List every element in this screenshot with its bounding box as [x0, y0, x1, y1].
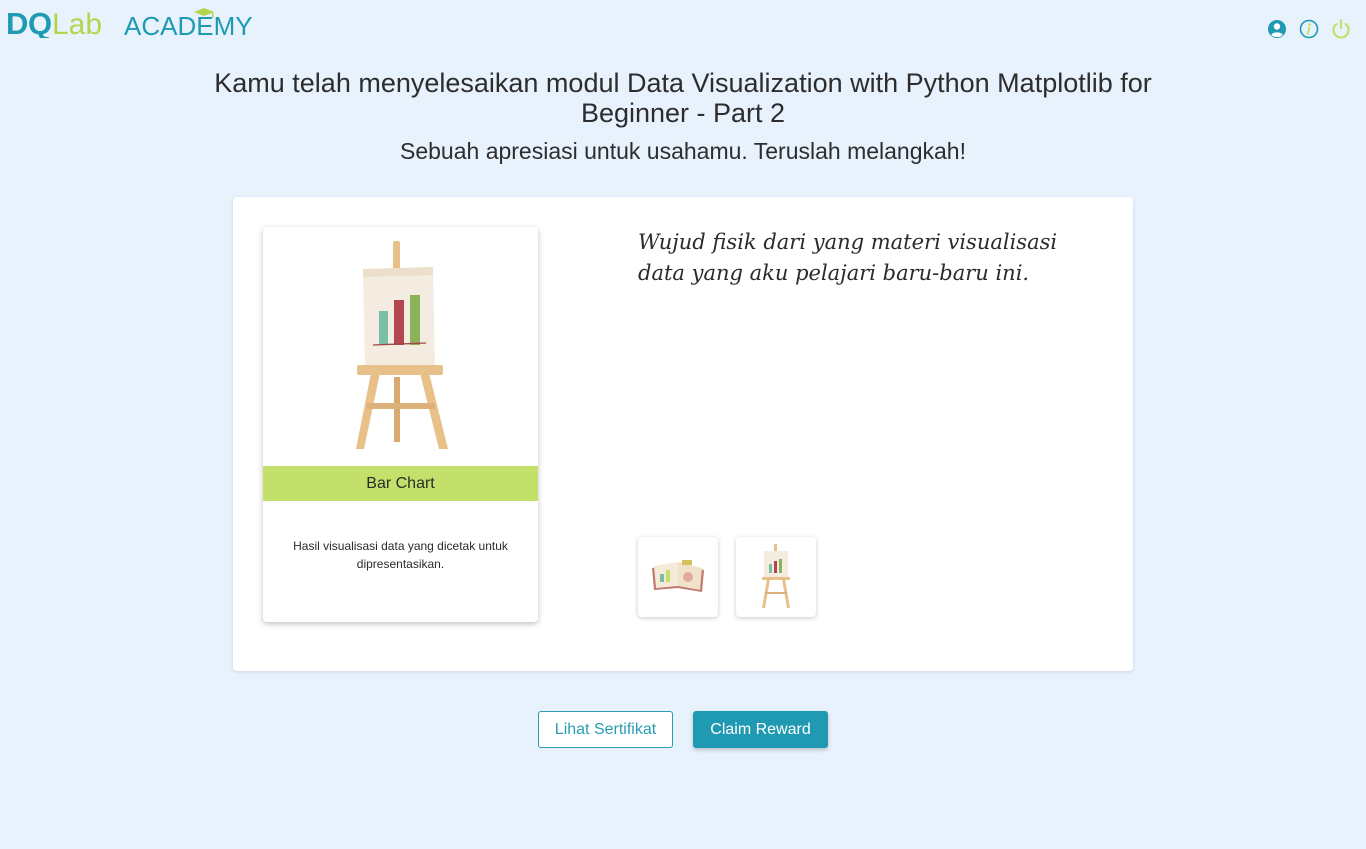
completion-subtitle: Sebuah apresiasi untuk usahamu. Teruslah…: [400, 138, 966, 164]
completion-title: Kamu telah menyelesaikan modul Data Visu…: [214, 68, 1152, 128]
reward-description: Hasil visualisasi data yang dicetak untu…: [293, 539, 508, 571]
dqlab-logo[interactable]: D Q Lab ACADEMY: [6, 6, 258, 38]
reward-card: Bar Chart Hasil visualisasi data yang di…: [263, 227, 538, 622]
header-actions: [1266, 18, 1352, 40]
logo-graphic: D Q Lab ACADEMY: [6, 6, 253, 38]
svg-text:D: D: [6, 6, 28, 38]
info-icon[interactable]: [1298, 18, 1320, 40]
svg-text:Q: Q: [28, 6, 52, 38]
top-bar: D Q Lab ACADEMY: [0, 0, 1366, 50]
claim-reward-button[interactable]: Claim Reward: [693, 711, 828, 748]
reward-thumbnail[interactable]: [736, 537, 816, 617]
power-icon[interactable]: [1330, 18, 1352, 40]
view-certificate-button[interactable]: Lihat Sertifikat: [538, 711, 673, 748]
reward-name: Bar Chart: [263, 466, 538, 501]
svg-text:Lab: Lab: [52, 8, 102, 38]
svg-text:ACADEMY: ACADEMY: [124, 11, 253, 38]
reward-panel: Bar Chart Hasil visualisasi data yang di…: [233, 197, 1133, 671]
reward-quote: Wujud fisik dari yang materi visualisasi…: [638, 230, 1058, 285]
reward-thumbnail[interactable]: [638, 537, 718, 617]
easel-bar-chart-icon: [762, 544, 790, 608]
book-chart-icon: [652, 560, 704, 592]
easel-bar-chart-icon: [263, 227, 538, 466]
user-icon[interactable]: [1266, 18, 1288, 40]
